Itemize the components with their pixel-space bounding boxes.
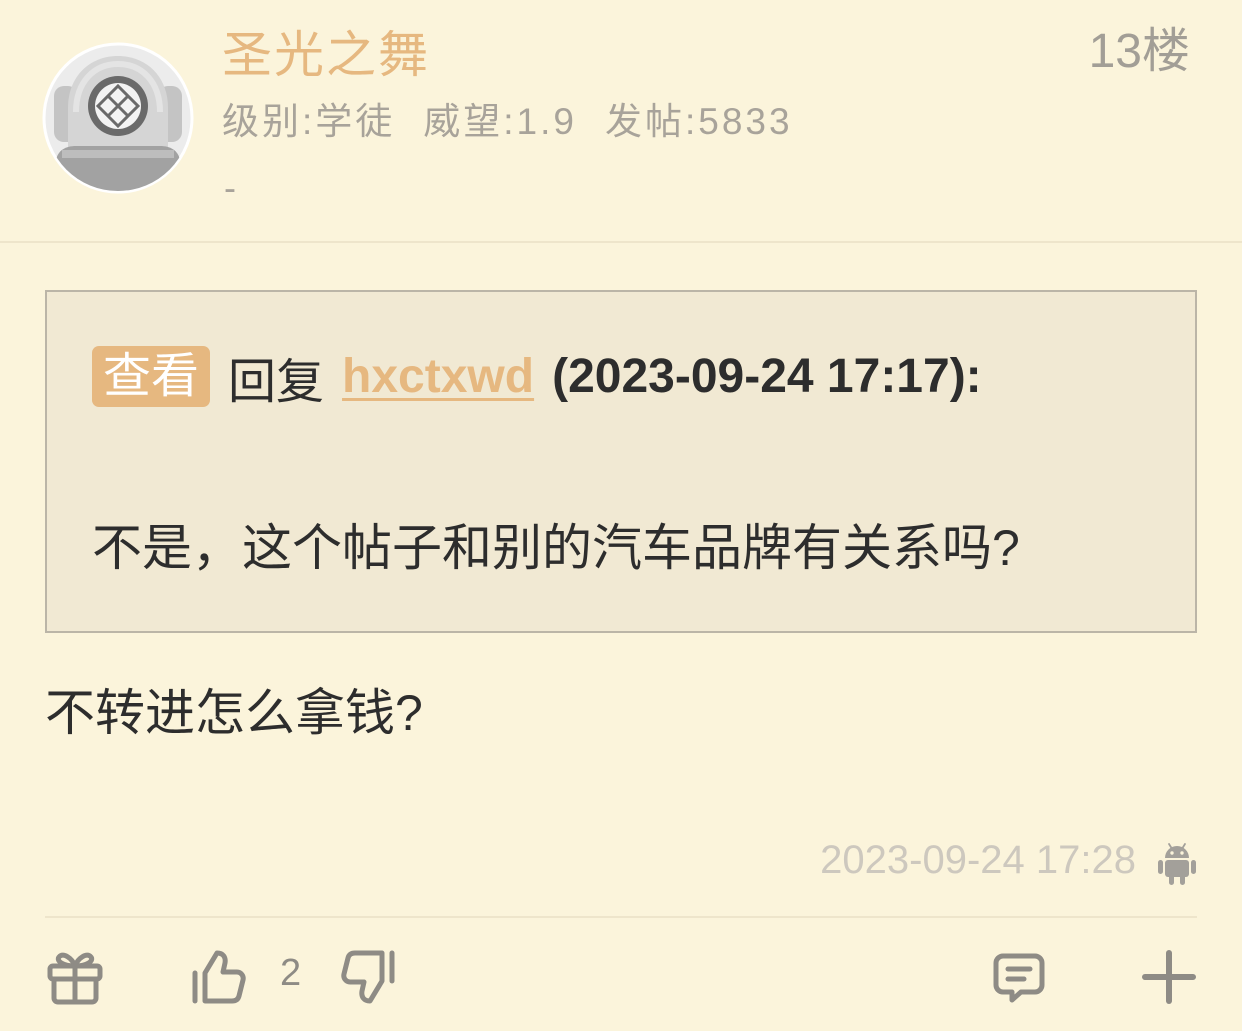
user-signature: - xyxy=(224,167,236,208)
reply-label: 回复 xyxy=(228,355,325,409)
quoted-time: (2023-09-24 17:17): xyxy=(552,350,982,403)
android-icon xyxy=(1157,842,1197,886)
comment-icon xyxy=(993,953,1045,1003)
floor-number: 13楼 xyxy=(1088,25,1190,78)
like-count: 2 xyxy=(280,952,302,994)
post-timestamp: 2023-09-24 17:28 xyxy=(820,838,1136,882)
plus-icon xyxy=(1142,950,1196,1004)
quote-box: 查看 回复 hxctxwd (2023-09-24 17:17): 不是，这个帖… xyxy=(45,290,1197,633)
user-prestige: 威望:1.9 xyxy=(423,101,577,142)
more-button[interactable] xyxy=(1142,950,1196,1004)
thumbs-up-icon xyxy=(192,950,246,1004)
reply-button[interactable] xyxy=(993,952,1045,1004)
gift-button[interactable] xyxy=(47,949,103,1005)
user-level: 级别:学徒 xyxy=(222,101,396,142)
username[interactable]: 圣光之舞 xyxy=(222,24,430,86)
footer-divider xyxy=(45,916,1197,918)
post-content: 不转进怎么拿钱? xyxy=(45,685,423,741)
diver-helmet-icon xyxy=(42,42,194,194)
avatar[interactable] xyxy=(42,42,194,194)
post-floor: 圣光之舞 13楼 级别:学徒 威望:1.9 发帖:5833 - 查看 回复 hx… xyxy=(0,0,1242,1031)
user-stats: 级别:学徒 威望:1.9 发帖:5833 xyxy=(222,100,793,144)
quote-header: 查看 回复 hxctxwd (2023-09-24 17:17): xyxy=(92,346,982,409)
thumbs-down-icon xyxy=(341,950,395,1004)
quoted-user-link[interactable]: hxctxwd xyxy=(342,349,534,404)
dislike-button[interactable] xyxy=(341,949,397,1005)
view-quote-button[interactable]: 查看 xyxy=(92,346,211,407)
header-divider xyxy=(0,241,1242,243)
gift-icon xyxy=(47,952,103,1005)
like-button[interactable] xyxy=(190,949,246,1005)
user-post-count: 发帖:5833 xyxy=(605,101,793,142)
quoted-text: 不是，这个帖子和别的汽车品牌有关系吗? xyxy=(92,520,1020,576)
